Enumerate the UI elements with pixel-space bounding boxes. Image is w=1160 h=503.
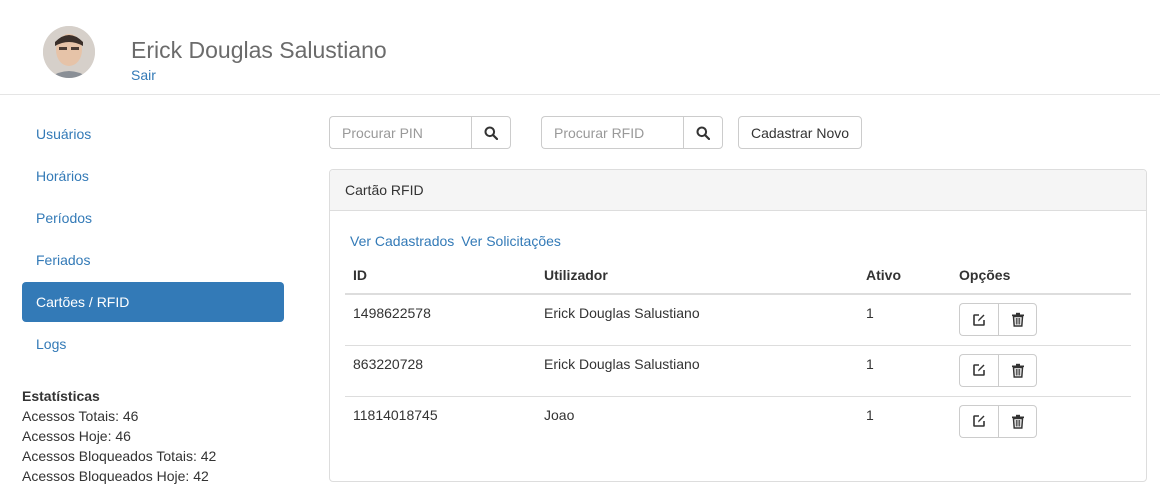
delete-button[interactable]	[998, 303, 1037, 336]
view-registered-link[interactable]: Ver Cadastrados	[350, 233, 454, 249]
rfid-panel: Cartão RFID Ver Cadastrados Ver Solicitaç…	[329, 169, 1147, 482]
stat-total-blocked: Acessos Bloqueados Totais: 42	[22, 448, 217, 464]
stat-total-access: Acessos Totais: 46	[22, 408, 139, 424]
table-row: 863220728 Erick Douglas Salustiano 1	[345, 345, 1131, 397]
table-header-row: ID Utilizador Ativo Opções	[345, 257, 1131, 295]
panel-links: Ver Cadastrados Ver Solicitações	[350, 233, 568, 249]
panel-title: Cartão RFID	[330, 170, 1146, 211]
column-header-options: Opções	[951, 257, 1131, 295]
pin-search-input[interactable]	[329, 116, 471, 149]
cell-user: Joao	[544, 406, 575, 423]
edit-button[interactable]	[959, 303, 998, 336]
pin-search-group	[329, 116, 511, 149]
cell-id: 863220728	[345, 345, 536, 397]
table-row: 1498622578 Erick Douglas Salustiano 1	[345, 294, 1131, 346]
cell-user: Erick Douglas Salustiano	[536, 345, 858, 397]
rfid-search-input[interactable]	[541, 116, 683, 149]
cell-user: Erick Douglas Salustiano	[536, 294, 858, 346]
table-row: 11814018745 Joao 1	[345, 396, 1131, 447]
delete-button[interactable]	[998, 404, 1037, 438]
toolbar: Cadastrar Novo	[329, 116, 869, 149]
sidebar-item-logs[interactable]: Logs	[22, 324, 284, 364]
row-options	[959, 353, 1037, 387]
rfid-search-group	[541, 116, 723, 149]
row-options	[959, 404, 1037, 438]
sidebar-item-periodos[interactable]: Períodos	[22, 198, 284, 238]
sidebar-item-feriados[interactable]: Feriados	[22, 240, 284, 280]
rfid-search-button[interactable]	[683, 116, 723, 149]
search-icon	[696, 126, 710, 140]
stat-today-blocked: Acessos Bloqueados Hoje: 42	[22, 468, 209, 484]
cell-options	[951, 294, 1131, 346]
sidebar-item-cartoes-rfid[interactable]: Cartões / RFID	[22, 282, 284, 322]
column-header-id: ID	[345, 257, 536, 295]
delete-button[interactable]	[998, 353, 1037, 387]
pin-search-button[interactable]	[471, 116, 511, 149]
page-header: Erick Douglas Salustiano Sair	[0, 0, 1160, 95]
trash-icon	[1011, 363, 1024, 378]
edit-icon	[973, 364, 985, 376]
cell-id: 11814018745	[353, 406, 438, 423]
edit-button[interactable]	[959, 353, 998, 387]
edit-button[interactable]	[959, 404, 998, 438]
sidebar-item-horarios[interactable]: Horários	[22, 156, 284, 196]
sidebar-nav: Usuários Horários Períodos Feriados Cart…	[22, 114, 284, 366]
trash-icon	[1011, 312, 1024, 327]
edit-icon	[973, 415, 985, 427]
rfid-table: ID Utilizador Ativo Opções 1498622578 Er…	[345, 257, 1131, 447]
cell-active: 1	[858, 294, 951, 346]
avatar	[43, 26, 95, 78]
column-header-user: Utilizador	[536, 257, 858, 295]
stats-title: Estatísticas	[22, 388, 100, 404]
stats-block: Estatísticas Acessos Totais: 46 Acessos …	[22, 386, 284, 486]
cell-active: 1	[866, 406, 874, 423]
stat-today-access: Acessos Hoje: 46	[22, 428, 131, 444]
cell-active: 1	[858, 345, 951, 397]
cell-id: 1498622578	[345, 294, 536, 346]
cell-options	[951, 345, 1131, 397]
view-requests-link[interactable]: Ver Solicitações	[461, 233, 561, 249]
search-icon	[484, 126, 498, 140]
user-name: Erick Douglas Salustiano	[131, 37, 387, 63]
register-new-button[interactable]: Cadastrar Novo	[738, 116, 863, 149]
sidebar-item-usuarios[interactable]: Usuários	[22, 114, 284, 154]
avatar-photo-icon	[43, 26, 95, 78]
edit-icon	[973, 313, 985, 326]
logout-link[interactable]: Sair	[131, 67, 156, 83]
column-header-active: Ativo	[858, 257, 951, 295]
row-options	[959, 303, 1037, 336]
cell-options	[951, 396, 1131, 447]
trash-icon	[1011, 414, 1024, 429]
